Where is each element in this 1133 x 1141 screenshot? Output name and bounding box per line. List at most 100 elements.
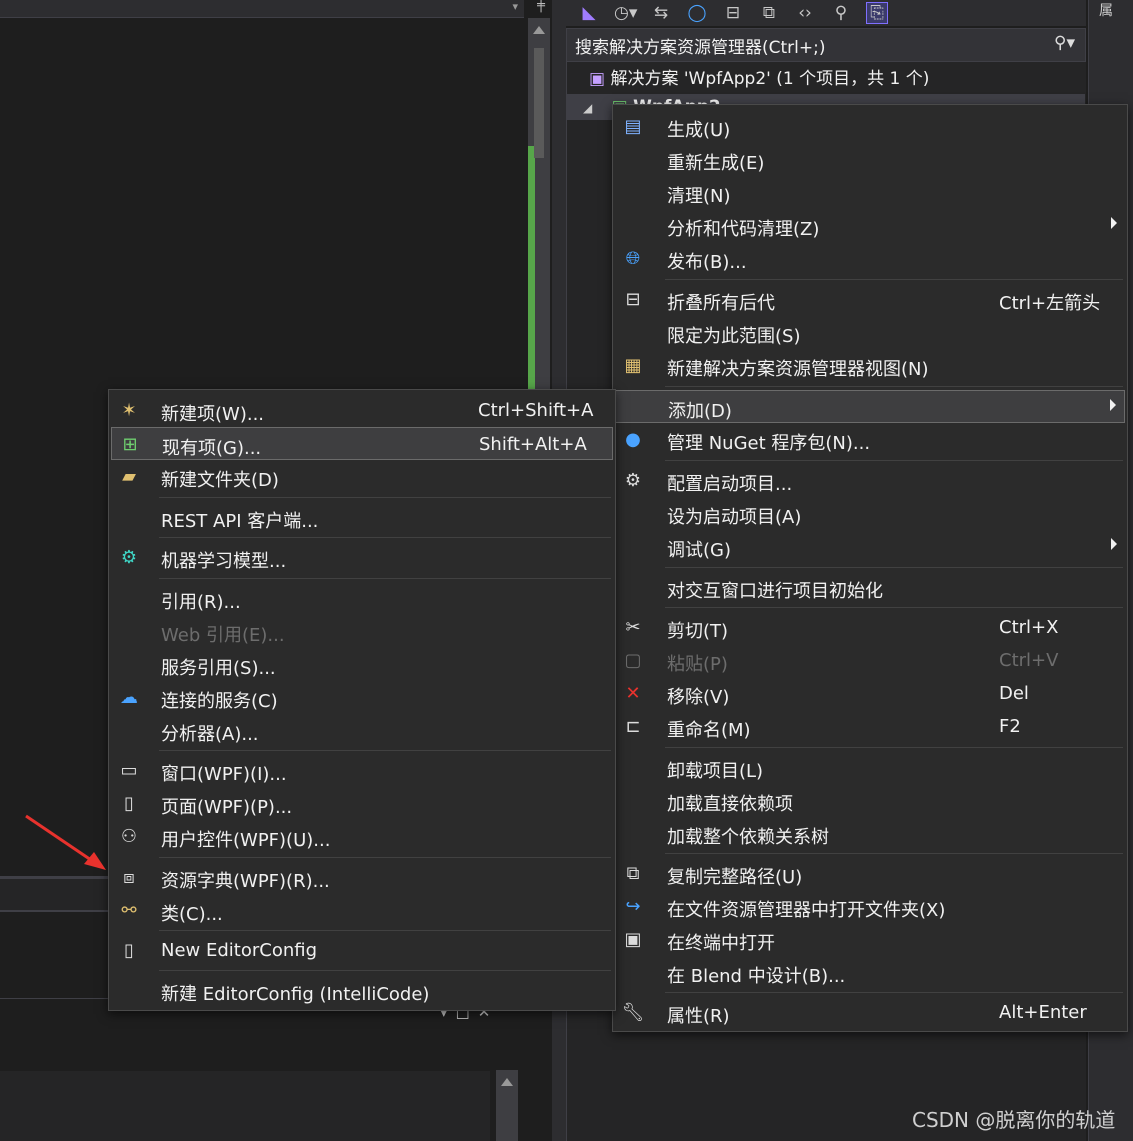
menu-item-load-direct-deps[interactable]: 加载直接依赖项 xyxy=(615,784,1125,817)
build-icon: ▤ xyxy=(624,115,642,137)
submenu-item-wpf-page[interactable]: ▯ 页面(WPF)(P)... xyxy=(111,787,613,820)
menu-item-collapse-all[interactable]: ⊟ 折叠所有后代 Ctrl+左箭头 xyxy=(615,283,1125,316)
wrench-icon: 🔧︎ xyxy=(621,1001,645,1023)
menu-item-open-in-explorer[interactable]: ↪ 在文件资源管理器中打开文件夹(X) xyxy=(615,890,1125,923)
connected-service-icon: ☁ xyxy=(120,686,138,708)
menu-item-scope[interactable]: 限定为此范围(S) xyxy=(615,316,1125,349)
menu-item-unload[interactable]: 卸载项目(L) xyxy=(615,751,1125,784)
vs-icon[interactable]: ◣ xyxy=(578,3,600,23)
menu-separator xyxy=(665,747,1123,748)
open-folder-arrow-icon: ↪ xyxy=(625,895,641,917)
split-editor-icon[interactable]: ╪ xyxy=(530,0,552,16)
submenu-item-user-control[interactable]: ⚇ 用户控件(WPF)(U)... xyxy=(111,820,613,853)
submenu-item-wpf-window[interactable]: ▭ 窗口(WPF)(I)... xyxy=(111,754,613,787)
panel-splitter[interactable] xyxy=(0,876,110,912)
menu-item-debug[interactable]: 调试(G) xyxy=(615,530,1125,563)
existing-item-icon: ⊞ xyxy=(122,433,138,455)
submenu-item-new-item[interactable]: ✶ 新建项(W)... Ctrl+Shift+A xyxy=(111,394,613,427)
collapse-icon[interactable]: ⊟ xyxy=(722,3,744,23)
submenu-item-new-editorconfig[interactable]: ▯ New EditorConfig xyxy=(111,934,613,967)
menu-separator xyxy=(665,386,1123,387)
watermark: CSDN @脱离你的轨道 xyxy=(912,1108,1116,1132)
menu-item-remove[interactable]: ✕ 移除(V) Del xyxy=(615,677,1125,710)
menu-separator xyxy=(159,930,611,931)
new-item-icon: ✶ xyxy=(121,399,137,421)
file-icon: ▯ xyxy=(124,939,134,961)
new-folder-icon: ▰ xyxy=(122,465,136,487)
preview-icon[interactable]: ⎘ xyxy=(866,2,888,24)
menu-item-configure-startup[interactable]: ⚙ 配置启动项目... xyxy=(615,464,1125,497)
menu-item-build[interactable]: ▤ 生成(U) xyxy=(615,110,1125,143)
rename-icon: ⊏ xyxy=(625,715,641,737)
scissors-icon: ✂ xyxy=(625,616,641,638)
solution-node[interactable]: ▣ 解决方案 'WpfApp2' (1 个项目，共 1 个) xyxy=(589,64,929,94)
ml-model-icon: ⚙ xyxy=(120,546,138,568)
menu-item-set-startup[interactable]: 设为启动项目(A) xyxy=(615,497,1125,530)
menu-item-publish[interactable]: 🌐︎ 发布(B)... xyxy=(615,242,1125,275)
submenu-item-analyzer[interactable]: 分析器(A)... xyxy=(111,714,613,747)
menu-item-add[interactable]: 添加(D) xyxy=(615,390,1125,423)
menu-separator xyxy=(159,578,611,579)
menu-item-properties[interactable]: 🔧︎ 属性(R) Alt+Enter xyxy=(615,996,1125,1029)
menu-item-interactive-init[interactable]: 对交互窗口进行项目初始化 xyxy=(615,571,1125,604)
nuget-icon: ● xyxy=(625,428,641,450)
paste-icon: ▢ xyxy=(624,649,642,671)
new-view-icon: ▦ xyxy=(624,354,642,376)
output-panel-body xyxy=(0,1071,490,1141)
menu-item-copy-path[interactable]: ⧉ 复制完整路径(U) xyxy=(615,857,1125,890)
menu-item-analyze[interactable]: 分析和代码清理(Z) xyxy=(615,209,1125,242)
submenu-item-class[interactable]: ⚯ 类(C)... xyxy=(111,894,613,927)
properties-tab[interactable]: 属 xyxy=(1099,0,1113,20)
menu-item-paste[interactable]: ▢ 粘贴(P) Ctrl+V xyxy=(615,644,1125,677)
menu-separator xyxy=(665,460,1123,461)
menu-separator xyxy=(665,279,1123,280)
search-icon[interactable]: ⚲▾ xyxy=(1054,33,1075,53)
submenu-item-resource-dictionary[interactable]: ⧈ 资源字典(WPF)(R)... xyxy=(111,861,613,894)
history-icon[interactable]: ◷▾ xyxy=(614,3,637,23)
collapse-all-icon: ⊟ xyxy=(625,288,641,310)
scroll-thumb[interactable] xyxy=(534,48,544,158)
scroll-up-icon[interactable] xyxy=(501,1078,513,1086)
scroll-up-icon[interactable] xyxy=(533,26,545,34)
menu-separator xyxy=(159,497,611,498)
menu-item-rebuild[interactable]: 重新生成(E) xyxy=(615,143,1125,176)
submenu-item-existing-item[interactable]: ⊞ 现有项(G)... Shift+Alt+A xyxy=(111,427,613,460)
menu-item-nuget[interactable]: ● 管理 NuGet 程序包(N)... xyxy=(615,423,1125,456)
submenu-item-new-folder[interactable]: ▰ 新建文件夹(D) xyxy=(111,460,613,493)
solution-search-input[interactable]: 搜索解决方案资源管理器(Ctrl+;) ⚲▾ xyxy=(566,28,1086,62)
submenu-item-reference[interactable]: 引用(R)... xyxy=(111,582,613,615)
menu-item-clean[interactable]: 清理(N) xyxy=(615,176,1125,209)
menu-item-new-view[interactable]: ▦ 新建解决方案资源管理器视图(N) xyxy=(615,349,1125,382)
menu-separator xyxy=(665,992,1123,993)
menu-item-open-terminal[interactable]: ▣ 在终端中打开 xyxy=(615,923,1125,956)
menu-item-load-dep-tree[interactable]: 加载整个依赖关系树 xyxy=(615,817,1125,850)
copy-icon[interactable]: ⧉ xyxy=(758,3,780,23)
menu-item-cut[interactable]: ✂ 剪切(T) Ctrl+X xyxy=(615,611,1125,644)
menu-separator xyxy=(665,607,1123,608)
submenu-item-editorconfig-intellicode[interactable]: 新建 EditorConfig (IntelliCode) xyxy=(111,974,613,1007)
code-icon[interactable]: ‹› xyxy=(794,3,816,23)
editor-scrollbar[interactable] xyxy=(528,18,550,406)
submenu-item-rest-api[interactable]: REST API 客户端... xyxy=(111,501,613,534)
sync-icon[interactable]: ⇆ xyxy=(650,3,672,23)
wrench-icon[interactable]: ⚲ xyxy=(830,3,852,23)
refresh-icon[interactable]: ◯ xyxy=(686,3,708,23)
menu-item-design-in-blend[interactable]: 在 Blend 中设计(B)... xyxy=(615,956,1125,989)
submenu-item-web-reference[interactable]: Web 引用(E)... xyxy=(111,615,613,648)
solution-label: 解决方案 'WpfApp2' (1 个项目，共 1 个) xyxy=(610,69,930,89)
submenu-item-service-reference[interactable]: 服务引用(S)... xyxy=(111,648,613,681)
submenu-item-ml-model[interactable]: ⚙ 机器学习模型... xyxy=(111,541,613,574)
remove-x-icon: ✕ xyxy=(625,682,641,704)
globe-icon: 🌐︎ xyxy=(625,247,641,269)
output-scrollbar[interactable] xyxy=(496,1070,518,1141)
submenu-arrow-icon xyxy=(1111,538,1117,550)
menu-separator xyxy=(159,537,611,538)
menu-separator xyxy=(665,853,1123,854)
submenu-item-connected-service[interactable]: ☁ 连接的服务(C) xyxy=(111,681,613,714)
annotation-arrow xyxy=(25,814,106,870)
chevron-down-icon[interactable]: ▾ xyxy=(512,0,518,13)
terminal-icon: ▣ xyxy=(624,928,642,950)
menu-item-rename[interactable]: ⊏ 重命名(M) F2 xyxy=(615,710,1125,743)
expand-caret-icon[interactable]: ◢ xyxy=(567,101,592,115)
search-placeholder: 搜索解决方案资源管理器(Ctrl+;) xyxy=(575,37,826,58)
